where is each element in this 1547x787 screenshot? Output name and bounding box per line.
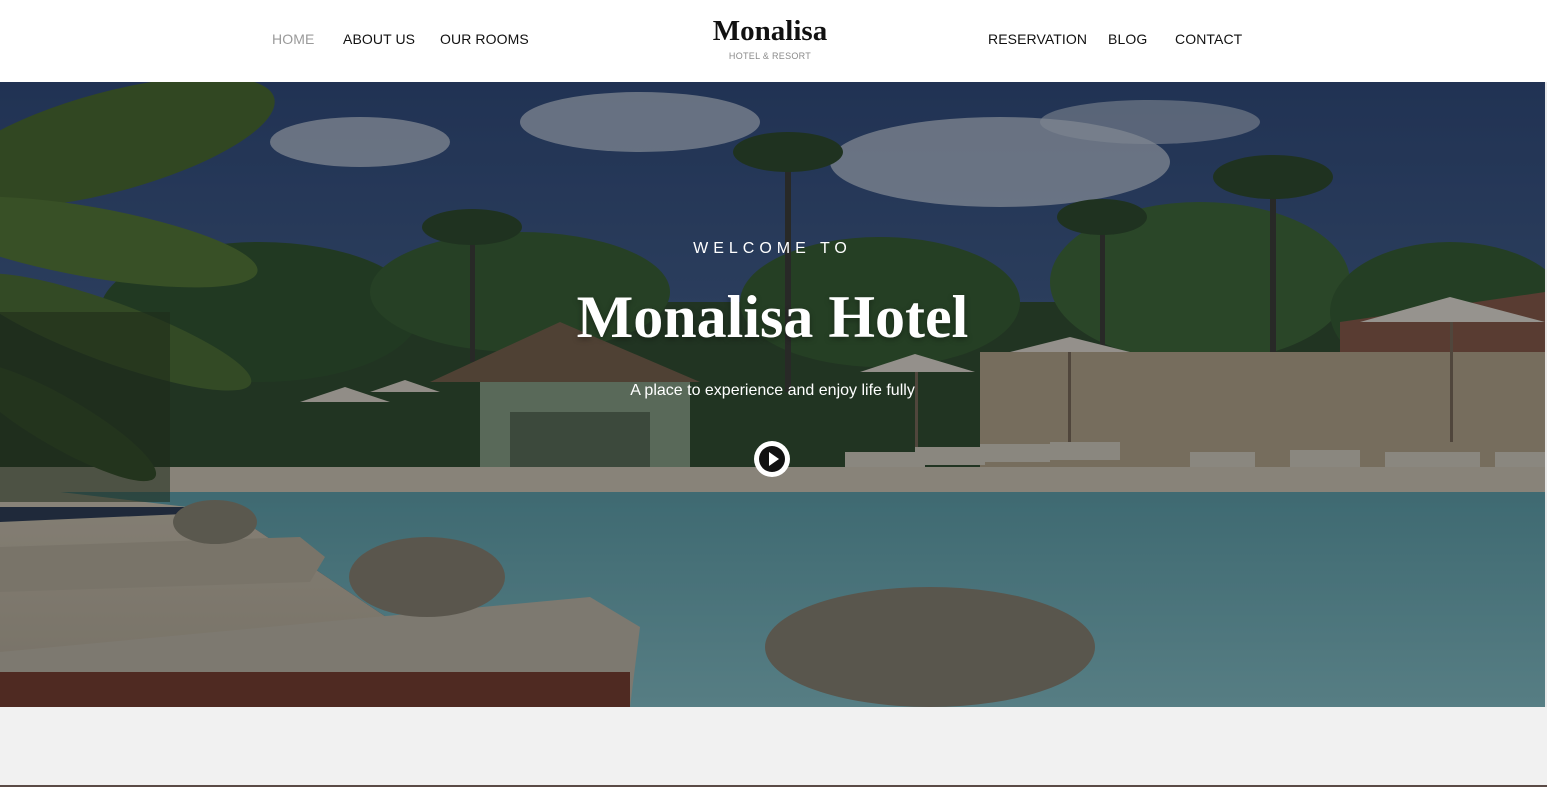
next-section-background (0, 707, 1547, 787)
hero-subtitle: A place to experience and enjoy life ful… (630, 382, 915, 399)
nav-home[interactable]: HOME (272, 31, 314, 47)
brand-tagline: HOTEL & RESORT (728, 51, 812, 61)
nav-blog[interactable]: BLOG (1108, 31, 1147, 47)
hero-content: WELCOME TO Monalisa Hotel A place to exp… (0, 82, 1545, 707)
hero-title: Monalisa Hotel (576, 284, 969, 350)
nav-our-rooms[interactable]: OUR ROOMS (440, 31, 529, 47)
play-video-button[interactable] (754, 441, 790, 477)
site-header: HOME ABOUT US OUR ROOMS Monalisa HOTEL &… (0, 0, 1547, 82)
brand-name: Monalisa (712, 15, 828, 47)
hero-banner: WELCOME TO Monalisa Hotel A place to exp… (0, 82, 1545, 707)
nav-about-us[interactable]: ABOUT US (343, 31, 415, 47)
nav-reservation[interactable]: RESERVATION (988, 31, 1087, 47)
nav-contact[interactable]: CONTACT (1175, 31, 1242, 47)
hero-welcome-text: WELCOME TO (693, 240, 852, 257)
brand-logo[interactable]: Monalisa HOTEL & RESORT (700, 14, 840, 61)
play-icon (759, 446, 785, 472)
